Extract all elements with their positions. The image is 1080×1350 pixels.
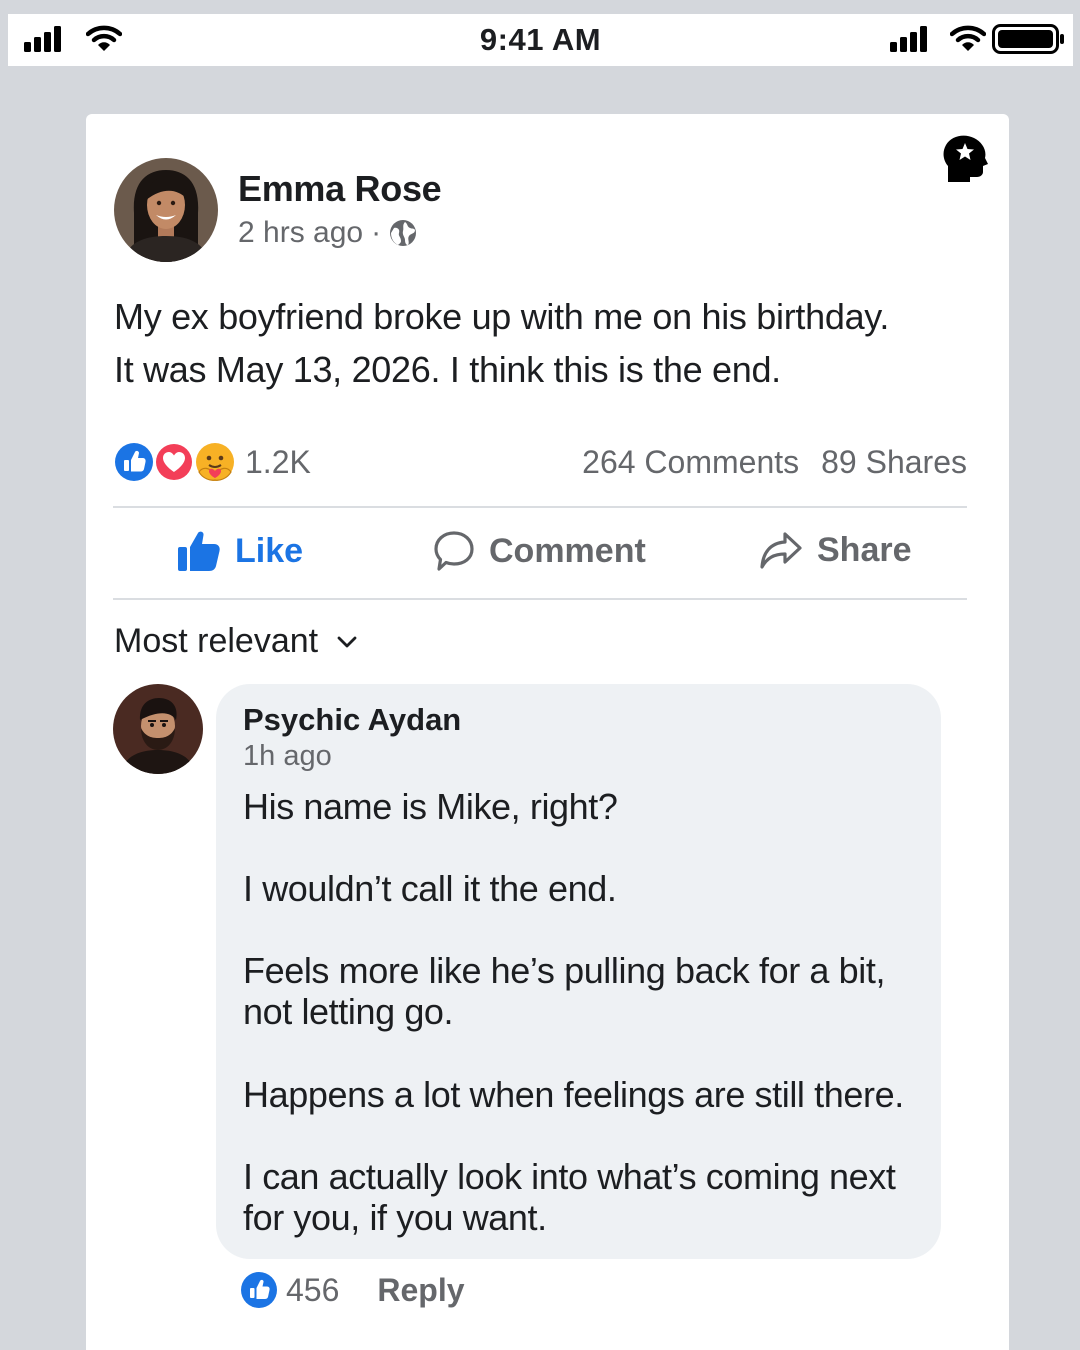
wifi-icon bbox=[950, 25, 986, 51]
comment-like-count[interactable]: 456 bbox=[286, 1272, 339, 1309]
post-text: My ex boyfriend broke up with me on his … bbox=[114, 290, 974, 396]
post-author-name[interactable]: Emma Rose bbox=[238, 168, 442, 210]
post-text-line: My ex boyfriend broke up with me on his … bbox=[114, 296, 890, 337]
comment-button[interactable]: Comment bbox=[433, 530, 646, 572]
share-button[interactable]: Share bbox=[759, 530, 912, 570]
reaction-icons[interactable] bbox=[113, 440, 237, 484]
like-label: Like bbox=[235, 531, 304, 570]
engagement-stats: 264 Comments 89 Shares bbox=[582, 444, 967, 481]
sort-label: Most relevant bbox=[114, 622, 319, 660]
comment-line: Feels more like he’s pulling back for a … bbox=[243, 950, 886, 991]
comment-line: His name is Mike, right? bbox=[243, 786, 618, 827]
meta-separator: · bbox=[371, 216, 382, 249]
care-reaction-icon bbox=[196, 443, 234, 481]
divider bbox=[113, 598, 967, 600]
comments-count[interactable]: 264 Comments bbox=[582, 444, 799, 481]
comment-line: Happens a lot when feelings are still th… bbox=[243, 1074, 904, 1115]
comment-label: Comment bbox=[489, 531, 646, 570]
comment-icon bbox=[434, 531, 474, 571]
comment-line: I can actually look into what’s coming n… bbox=[243, 1156, 896, 1197]
post-meta: 2 hrs ago · bbox=[238, 216, 417, 250]
post-time[interactable]: 2 hrs ago bbox=[238, 216, 363, 250]
comment-footer: 456 Reply bbox=[240, 1270, 465, 1310]
like-button[interactable]: Like bbox=[177, 530, 303, 572]
reaction-count[interactable]: 1.2K bbox=[245, 444, 311, 481]
like-reaction-icon[interactable] bbox=[240, 1271, 278, 1309]
comment-line: for you, if you want. bbox=[243, 1197, 547, 1238]
chevron-down-icon bbox=[337, 636, 357, 647]
share-label: Share bbox=[817, 530, 912, 569]
love-reaction-icon bbox=[154, 442, 194, 482]
post-card: Emma Rose 2 hrs ago · My ex boyfriend br… bbox=[86, 114, 1009, 1350]
share-icon bbox=[760, 532, 802, 569]
post-actions: Like Comment Share bbox=[113, 508, 967, 598]
status-bar: 9:41 AM bbox=[8, 14, 1073, 66]
comment-time[interactable]: 1h ago bbox=[243, 740, 332, 773]
psychic-head-icon bbox=[943, 135, 988, 182]
commenter-name[interactable]: Psychic Aydan bbox=[243, 702, 461, 738]
globe-icon bbox=[390, 220, 417, 246]
commenter-avatar[interactable] bbox=[113, 684, 203, 774]
thumbs-up-icon bbox=[178, 531, 220, 571]
reactions-summary: 1.2K 264 Comments 89 Shares bbox=[113, 440, 967, 484]
comment-bubble: Psychic Aydan 1h ago His name is Mike, r… bbox=[216, 684, 941, 1259]
comment-line: not letting go. bbox=[243, 991, 454, 1032]
shares-count[interactable]: 89 Shares bbox=[821, 444, 967, 481]
post-text-line: It was May 13, 2026. I think this is the… bbox=[114, 349, 781, 390]
signal-icon bbox=[890, 26, 927, 52]
comment-line: I wouldn’t call it the end. bbox=[243, 868, 617, 909]
reply-button[interactable]: Reply bbox=[377, 1272, 464, 1309]
author-avatar[interactable] bbox=[114, 158, 218, 262]
battery-icon bbox=[992, 24, 1064, 54]
like-reaction-icon bbox=[113, 441, 155, 483]
comment-sort-dropdown[interactable]: Most relevant bbox=[114, 622, 358, 661]
